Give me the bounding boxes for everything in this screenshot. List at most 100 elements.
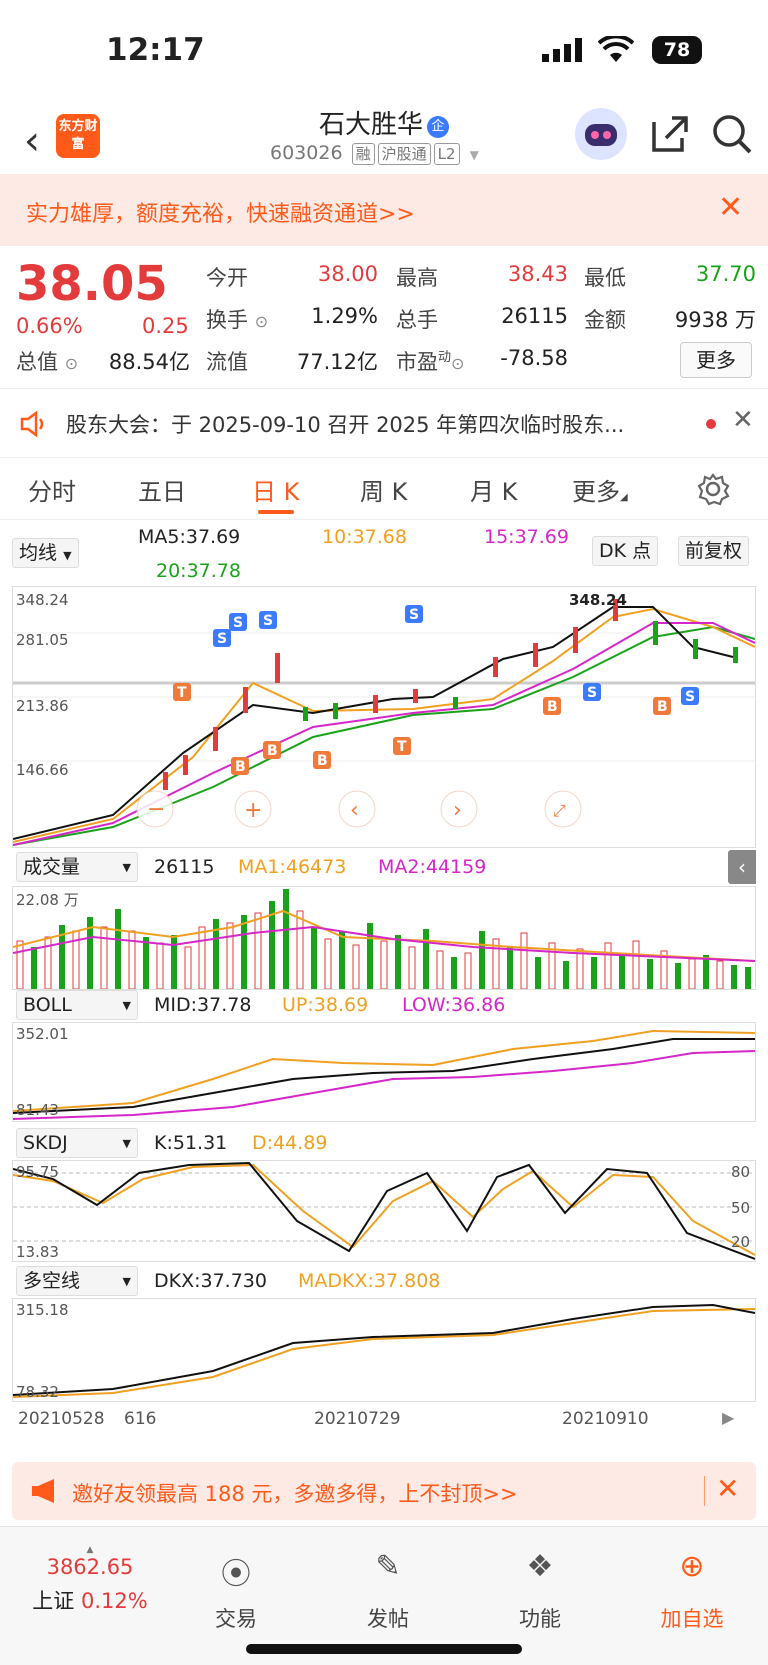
tab-daily-k[interactable]: 日 K <box>252 472 299 507</box>
dropdown-icon[interactable]: ▼ <box>470 148 479 162</box>
date-label-1: 616 <box>124 1409 157 1429</box>
value-float-cap: 77.12亿 <box>296 350 378 374</box>
tab-weekly-k[interactable]: 周 K <box>360 472 407 507</box>
collapse-arrow-icon[interactable]: ‹ <box>728 850 756 884</box>
value-market-cap: 88.54亿 <box>108 350 190 374</box>
tab-intraday[interactable]: 分时 <box>28 472 76 507</box>
label-volume: 总手 <box>396 308 438 332</box>
skdj-level-50: 50 <box>731 1199 751 1217</box>
svg-text:‹: ‹ <box>350 798 359 823</box>
ma5-value: MA5:37.69 <box>138 526 241 548</box>
share-icon[interactable] <box>648 112 692 156</box>
boll-up: UP:38.69 <box>282 994 369 1016</box>
scroll-right-icon[interactable]: ▶ <box>722 1408 734 1427</box>
label-low: 最低 <box>584 266 626 290</box>
info-icon[interactable]: ⊙ <box>255 312 268 331</box>
dkx-axis-top: 315.18 <box>16 1301 69 1319</box>
dkx-chart[interactable]: 315.18 78.32 <box>12 1298 756 1402</box>
skdj-axis-bottom: 13.83 <box>16 1243 59 1261</box>
invite-text[interactable]: 邀好友领最高 188 元，多邀多得，上不封顶>> <box>72 1478 518 1508</box>
kline-ma20-line <box>12 625 756 846</box>
value-high: 38.43 <box>507 262 568 286</box>
boll-low: LOW:36.86 <box>402 994 506 1016</box>
boll-chart[interactable]: 352.01 81.43 <box>12 1022 756 1122</box>
svg-text:T: T <box>397 739 407 755</box>
skdj-k: K:51.31 <box>154 1132 228 1154</box>
tab-post[interactable]: 发帖 <box>338 1603 438 1633</box>
tab-five-day[interactable]: 五日 <box>138 472 186 507</box>
promo-text[interactable]: 实力雄厚，额度充裕，快速融资通道>> <box>26 196 415 228</box>
volume-select[interactable]: 成交量 ▼ <box>16 852 138 882</box>
label-open: 今开 <box>206 266 248 290</box>
notice-bar[interactable]: 股东大会：于 2025-09-10 召开 2025 年第四次临时股东... ✕ <box>0 388 768 458</box>
svg-text:S: S <box>587 685 597 701</box>
index-value: 3862.65 <box>46 1555 134 1579</box>
volume-value: 26115 <box>154 856 215 878</box>
tab-features[interactable]: 功能 <box>490 1603 590 1633</box>
invite-banner[interactable]: 邀好友领最高 188 元，多邀多得，上不封顶>> ✕ <box>12 1462 756 1520</box>
index-widget[interactable]: ▲ 3862.65 上证 0.12% <box>30 1545 150 1615</box>
current-price: 38.05 <box>16 256 168 312</box>
close-icon[interactable]: ✕ <box>732 405 754 435</box>
unread-dot <box>706 419 716 429</box>
skdj-select[interactable]: SKDJ ▼ <box>16 1128 138 1158</box>
skdj-level-20: 20 <box>731 1233 751 1251</box>
stock-code-row: 603026 融沪股通 L2 ▼ <box>270 142 479 165</box>
adjust-button[interactable]: 前复权 <box>678 536 750 566</box>
svg-text:B: B <box>317 753 328 769</box>
add-watchlist-icon[interactable]: ⊕ <box>642 1549 742 1584</box>
home-indicator[interactable] <box>246 1644 522 1654</box>
skdj-d: D:44.89 <box>252 1132 328 1154</box>
search-icon[interactable] <box>710 112 754 156</box>
wifi-icon <box>598 36 634 62</box>
dkx-select[interactable]: 多空线 ▼ <box>16 1266 138 1296</box>
date-label-0: 20210528 <box>18 1409 105 1429</box>
label-float-cap: 流值 <box>206 350 248 374</box>
quote-panel: 38.05 0.66% 0.25 今开 38.00 最高 38.43 最低 37… <box>0 250 768 380</box>
tab-monthly-k[interactable]: 月 K <box>470 472 517 507</box>
tab-add-watchlist[interactable]: 加自选 <box>642 1603 742 1633</box>
value-amount: 9938 万 <box>674 308 756 332</box>
close-icon[interactable]: ✕ <box>718 190 743 225</box>
speaker-icon <box>20 410 44 438</box>
info-icon[interactable]: ⊙ <box>451 354 464 373</box>
enterprise-badge: 企 <box>427 116 449 138</box>
svg-text:S: S <box>217 631 227 647</box>
settings-icon[interactable] <box>696 472 730 506</box>
ma-select[interactable]: 均线 ▼ <box>12 538 79 568</box>
svg-text:⤢: ⤢ <box>553 801 566 820</box>
features-icon[interactable]: ❖ <box>490 1549 590 1584</box>
volume-chart[interactable]: 22.08 万 <box>12 886 756 990</box>
boll-axis-top: 352.01 <box>16 1025 69 1043</box>
skdj-axis-top: 95.75 <box>16 1163 59 1181</box>
dkx-svg <box>12 1303 756 1398</box>
boll-select[interactable]: BOLL ▼ <box>16 990 138 1020</box>
index-name: 上证 <box>32 1589 75 1613</box>
kline-axis-1: 281.05 <box>16 631 69 649</box>
svg-text:B: B <box>267 743 278 759</box>
change-amount: 0.25 <box>142 314 189 338</box>
info-icon[interactable]: ⊙ <box>65 354 78 373</box>
svg-text:+: + <box>244 798 262 823</box>
notice-text[interactable]: 股东大会：于 2025-09-10 召开 2025 年第四次临时股东... <box>66 409 624 439</box>
post-icon[interactable]: ✎ <box>338 1549 438 1584</box>
robot-avatar-icon[interactable] <box>575 108 627 160</box>
stock-code: 603026 <box>270 142 343 164</box>
trade-signals: S S S S S S T B B B T B B <box>173 605 699 775</box>
tab-trade[interactable]: 交易 <box>186 1603 286 1633</box>
svg-text:S: S <box>233 615 243 631</box>
svg-text:B: B <box>657 699 668 715</box>
kline-chart[interactable]: S S S S S S T B B B T B B − + ‹ › ⤢ 348.… <box>12 586 756 848</box>
skdj-chart[interactable]: 95.75 13.83 80 50 20 <box>12 1160 756 1262</box>
close-icon[interactable]: ✕ <box>716 1472 739 1505</box>
label-pe: 市盈动⊙ <box>396 350 465 374</box>
status-bar: 12:17 78 <box>0 0 768 100</box>
more-button[interactable]: 更多 <box>680 342 752 378</box>
promo-banner[interactable]: 实力雄厚，额度充裕，快速融资通道>> ✕ <box>0 174 768 246</box>
cellular-signal-icon <box>542 38 582 62</box>
chart-zoom-controls[interactable]: − + ‹ › ⤢ <box>136 790 582 828</box>
dk-point-button[interactable]: DK 点 <box>592 536 659 566</box>
trade-icon[interactable]: ⦿ <box>186 1549 286 1593</box>
boll-low-line <box>12 1050 756 1120</box>
tab-more[interactable]: 更多◢ <box>572 472 628 507</box>
